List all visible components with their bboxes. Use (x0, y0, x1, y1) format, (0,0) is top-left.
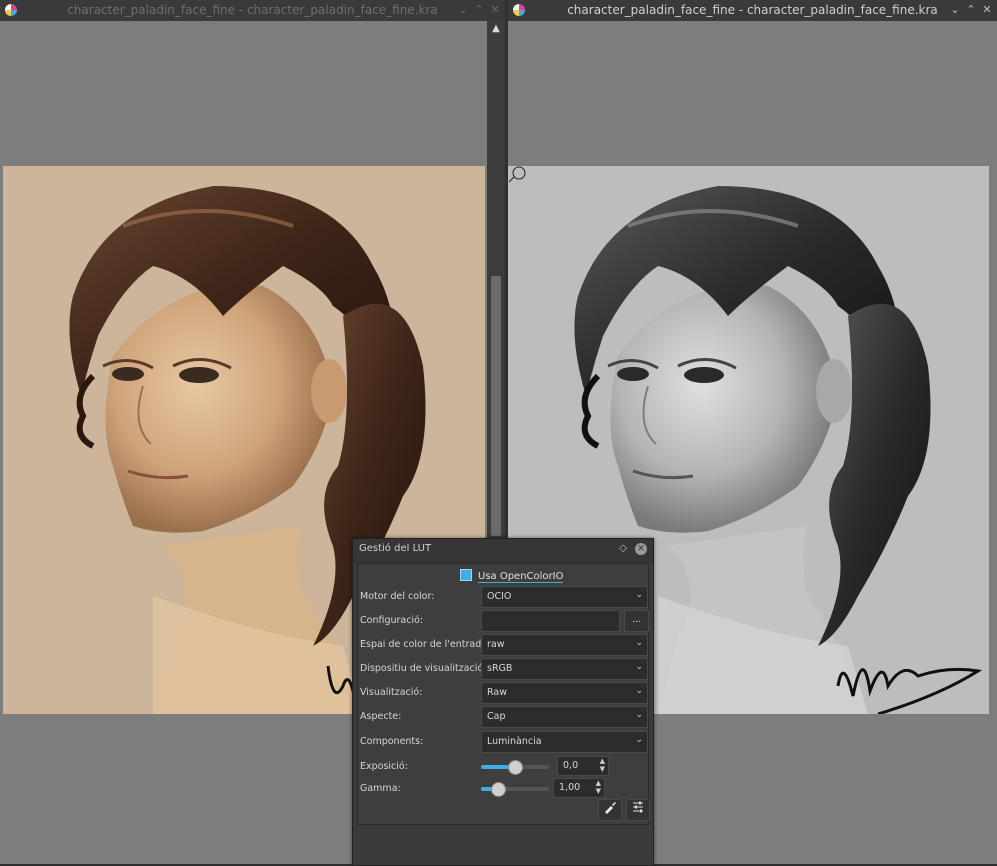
view-row: Visualització: Raw ⌄ (360, 682, 648, 704)
close-docker-icon[interactable]: ✕ (635, 543, 647, 555)
maximize-icon[interactable]: ⌃ (964, 3, 978, 17)
chevron-down-icon: ⌄ (635, 638, 643, 648)
components-label: Components: (360, 736, 424, 747)
left-window-title: character_paladin_face_fine - character_… (67, 3, 438, 17)
display-device-value: sRGB (487, 663, 513, 674)
exposure-slider[interactable] (481, 760, 549, 775)
exposure-slider-handle[interactable] (508, 760, 523, 775)
gamma-slider-handle[interactable] (491, 782, 506, 797)
display-device-row: Dispositiu de visualització: sRGB ⌄ (360, 658, 648, 680)
close-icon[interactable]: ✕ (980, 3, 994, 17)
display-device-label: Dispositiu de visualització: (360, 663, 487, 674)
look-value: Cap (487, 711, 506, 722)
input-color-space-row: Espai de color de l'entrada: raw ⌄ (360, 634, 648, 656)
display-device-combo[interactable]: sRGB ⌄ (481, 658, 648, 680)
view-combo[interactable]: Raw ⌄ (481, 682, 648, 704)
view-label: Visualització: (360, 687, 423, 698)
color-engine-row: Motor del color: OCIO ⌄ (360, 586, 648, 608)
spin-arrows-icon[interactable]: ▲ ▼ (596, 779, 601, 795)
input-color-space-label: Espai de color de l'entrada: (360, 639, 491, 650)
components-value: Luminància (487, 736, 542, 747)
gamma-slider[interactable] (481, 782, 549, 797)
chevron-down-icon: ⌄ (635, 590, 643, 600)
gamma-value: 1,00 (559, 782, 581, 793)
settings-button[interactable] (626, 799, 650, 821)
settings-sliders-icon (633, 801, 643, 813)
docker-title: Gestió del LUT (359, 543, 432, 554)
float-docker-icon[interactable]: ◇ (619, 543, 627, 554)
left-titlebar[interactable]: character_paladin_face_fine - character_… (0, 0, 505, 21)
color-picker-icon (605, 802, 616, 814)
docker-header[interactable]: Gestió del LUT ◇ ✕ (353, 539, 653, 562)
color-engine-label: Motor del color: (360, 591, 435, 602)
components-row: Components: Luminància ⌄ (360, 731, 648, 753)
view-value: Raw (487, 687, 507, 698)
gamma-label: Gamma: (360, 783, 401, 794)
input-color-space-combo[interactable]: raw ⌄ (481, 634, 648, 656)
configuration-row: Configuració: ... (360, 610, 649, 632)
browse-config-button[interactable]: ... (624, 610, 649, 632)
chevron-down-icon: ⌄ (635, 735, 643, 745)
components-combo[interactable]: Luminància ⌄ (481, 731, 648, 753)
brush-cursor-icon (508, 166, 526, 183)
exposure-value: 0,0 (563, 760, 579, 771)
input-color-space-value: raw (487, 639, 505, 650)
lut-management-docker: Gestió del LUT ◇ ✕ Usa OpenColorIO Motor… (352, 538, 654, 866)
gamma-row: Gamma: 1,00 ▲ ▼ (360, 778, 648, 800)
close-icon[interactable]: ✕ (488, 3, 502, 17)
spin-arrows-icon[interactable]: ▲ ▼ (600, 757, 605, 773)
exposure-label: Exposició: (360, 761, 408, 772)
color-engine-combo[interactable]: OCIO ⌄ (481, 586, 648, 608)
checkbox-checked-icon[interactable] (460, 569, 472, 581)
scrollbar-thumb[interactable] (491, 276, 501, 536)
right-titlebar[interactable]: character_paladin_face_fine - character_… (508, 0, 997, 21)
lut-settings-panel: Usa OpenColorIO Motor del color: OCIO ⌄ … (357, 563, 650, 825)
exposure-row: Exposició: 0,0 ▲ ▼ (360, 756, 648, 778)
chevron-down-icon: ⌄ (635, 662, 643, 672)
color-engine-value: OCIO (487, 591, 512, 602)
scroll-up-icon[interactable]: ▲ (487, 21, 505, 37)
configuration-path-field[interactable] (481, 610, 620, 632)
use-ocio-checkbox[interactable]: Usa OpenColorIO (460, 569, 564, 583)
right-window-title: character_paladin_face_fine - character_… (567, 3, 938, 17)
look-row: Aspecte: Cap ⌄ (360, 706, 648, 728)
configuration-label: Configuració: (360, 615, 424, 626)
exposure-spinbox[interactable]: 0,0 ▲ ▼ (557, 756, 609, 776)
color-picker-button[interactable] (598, 799, 622, 821)
gamma-spinbox[interactable]: 1,00 ▲ ▼ (553, 778, 605, 798)
maximize-icon[interactable]: ⌃ (472, 3, 486, 17)
use-ocio-label: Usa OpenColorIO (478, 571, 564, 583)
chevron-down-icon: ⌄ (635, 710, 643, 720)
look-label: Aspecte: (360, 711, 402, 722)
chevron-down-icon: ⌄ (635, 686, 643, 696)
minimize-icon[interactable]: ⌄ (948, 3, 962, 17)
look-combo[interactable]: Cap ⌄ (481, 706, 648, 728)
minimize-icon[interactable]: ⌄ (456, 3, 470, 17)
